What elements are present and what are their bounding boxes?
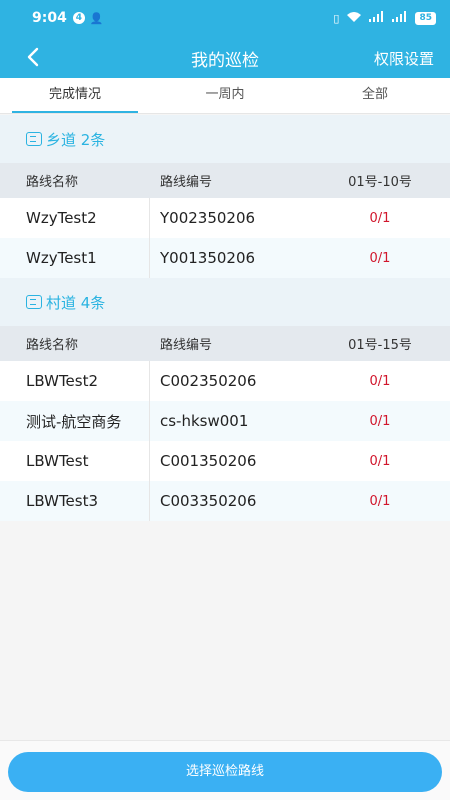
route-name: WzyTest1 [0, 238, 150, 278]
table-row[interactable]: LBWTest C001350206 0/1 [0, 441, 450, 481]
contacts-icon: 👤 [89, 11, 104, 25]
column-header-code: 路线编号 [160, 338, 213, 353]
route-progress: 0/1 [369, 413, 391, 429]
status-left: 9:04 4 👤 [32, 10, 104, 26]
route-code: Y001350206 [160, 249, 256, 267]
route-progress: 0/1 [369, 373, 391, 389]
column-header-name: 路线名称 [26, 175, 79, 190]
vibrate-icon: ▯ [333, 11, 340, 25]
select-route-button[interactable]: 选择巡检路线 [8, 752, 442, 792]
tab-bar: 完成情况 一周内 全部 [0, 78, 450, 114]
column-header-range: 01号-15号 [348, 338, 412, 353]
route-name: LBWTest2 [0, 361, 150, 401]
route-progress: 0/1 [369, 210, 391, 226]
route-name: LBWTest [0, 441, 150, 481]
column-header-name: 路线名称 [26, 338, 79, 353]
table-row[interactable]: 测试-航空商务 cs-hksw001 0/1 [0, 401, 450, 441]
table-body: WzyTest2 Y002350206 0/1 WzyTest1 Y001350… [0, 198, 450, 278]
status-time: 9:04 [32, 10, 67, 26]
status-bar: 9:04 4 👤 ▯ 85 [0, 0, 450, 36]
route-code: C002350206 [160, 372, 257, 390]
wifi-icon [346, 11, 362, 26]
section-header-village: 村道 4条 [0, 278, 450, 326]
road-icon [26, 295, 42, 309]
tab-week[interactable]: 一周内 [150, 78, 300, 113]
section-title: 村道 4条 [46, 293, 106, 312]
route-progress: 0/1 [369, 453, 391, 469]
route-code: C003350206 [160, 492, 257, 510]
road-icon [26, 132, 42, 146]
signal-icon-1 [369, 11, 385, 25]
status-right: ▯ 85 [333, 11, 436, 26]
table-row[interactable]: LBWTest3 C003350206 0/1 [0, 481, 450, 521]
column-header-range: 01号-10号 [348, 175, 412, 190]
signal-icon-2 [392, 11, 408, 25]
table-body: LBWTest2 C002350206 0/1 测试-航空商务 cs-hksw0… [0, 361, 450, 521]
app-header: 9:04 4 👤 ▯ 85 我的巡检 权限设置 [0, 0, 450, 78]
column-header-code: 路线编号 [160, 175, 213, 190]
route-code: cs-hksw001 [160, 412, 249, 430]
main-content: 乡道 2条 路线名称 路线编号 01号-10号 WzyTest2 Y002350… [0, 115, 450, 521]
tab-all[interactable]: 全部 [300, 78, 450, 113]
section-title: 乡道 2条 [46, 130, 106, 149]
route-progress: 0/1 [369, 250, 391, 266]
route-name: 测试-航空商务 [0, 401, 150, 441]
tab-completion[interactable]: 完成情况 [0, 78, 150, 113]
route-code: C001350206 [160, 452, 257, 470]
table-header: 路线名称 路线编号 01号-15号 [0, 326, 450, 361]
route-name: WzyTest2 [0, 198, 150, 238]
route-progress: 0/1 [369, 493, 391, 509]
section-header-township: 乡道 2条 [0, 115, 450, 163]
route-code: Y002350206 [160, 209, 256, 227]
table-row[interactable]: LBWTest2 C002350206 0/1 [0, 361, 450, 401]
route-name: LBWTest3 [0, 481, 150, 521]
battery-indicator: 85 [415, 11, 436, 25]
nav-bar: 我的巡检 权限设置 [0, 36, 450, 78]
permission-settings-button[interactable]: 权限设置 [374, 48, 434, 69]
table-header: 路线名称 路线编号 01号-10号 [0, 163, 450, 198]
table-row[interactable]: WzyTest2 Y002350206 0/1 [0, 198, 450, 238]
footer-bar: 选择巡检路线 [0, 740, 450, 800]
table-row[interactable]: WzyTest1 Y001350206 0/1 [0, 238, 450, 278]
notification-badge: 4 [72, 12, 85, 24]
